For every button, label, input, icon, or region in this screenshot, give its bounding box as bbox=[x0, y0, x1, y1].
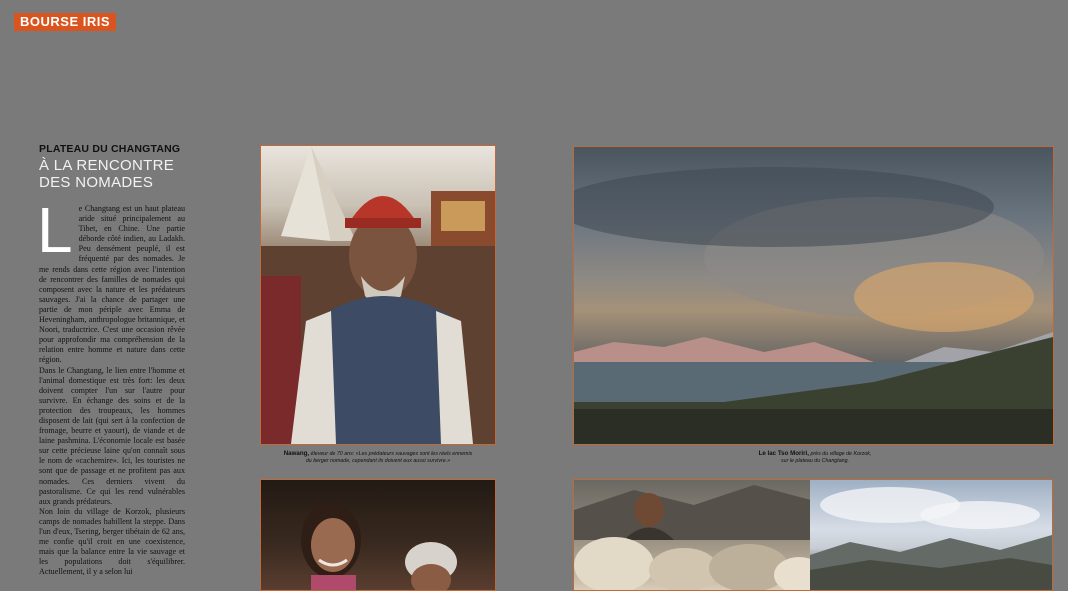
caption-lake: Le lac Tso Moriri, près du village de Ko… bbox=[690, 450, 940, 465]
photo-children bbox=[260, 479, 496, 591]
article-body: L e Changtang est un haut plateau aride … bbox=[37, 194, 185, 577]
headline-line-1: À LA RENCONTRE bbox=[39, 157, 175, 174]
paragraph-3: Non loin du village de Korzok, plusieurs… bbox=[39, 506, 185, 577]
photo-herder-goats bbox=[573, 479, 812, 591]
article-kicker: PLATEAU DU CHANGTANG bbox=[39, 143, 181, 155]
article-headline: À LA RENCONTRE DES NOMADES bbox=[39, 157, 185, 191]
headline-line-2: DES NOMADES bbox=[39, 174, 154, 191]
caption-p1-line2: du berger nomade, cependant ils doivent … bbox=[305, 458, 451, 464]
section-badge: BOURSE IRIS bbox=[14, 13, 117, 31]
photo-mountain-sky bbox=[810, 479, 1053, 591]
drop-cap: L bbox=[37, 194, 73, 266]
caption-p2-line2: sur le plateau du Changtang. bbox=[780, 458, 850, 464]
article-text-column: PLATEAU DU CHANGTANG À LA RENCONTRE DES … bbox=[37, 143, 185, 577]
paragraph-2: Dans le Changtang, le lien entre l'homme… bbox=[39, 365, 185, 506]
photo-lake-tso-moriri bbox=[573, 146, 1054, 445]
caption-p2-name: Le lac Tso Moriri, bbox=[758, 450, 809, 457]
caption-p1-line1: éleveur de 70 ans: «Les prédateurs sauva… bbox=[309, 451, 473, 457]
children-illustration bbox=[301, 502, 457, 590]
caption-p1-name: Nawang, bbox=[283, 450, 310, 457]
old-herder-illustration bbox=[261, 146, 495, 444]
caption-p2-line1: près du village de Korzok, bbox=[809, 451, 872, 457]
mountain-sky-illustration bbox=[810, 487, 1052, 590]
caption-old-herder: Nawang, éleveur de 70 ans: «Les prédateu… bbox=[262, 450, 494, 465]
photo-old-herder bbox=[260, 145, 496, 445]
herder-goats-illustration bbox=[574, 485, 811, 590]
lake-illustration bbox=[574, 167, 1053, 444]
